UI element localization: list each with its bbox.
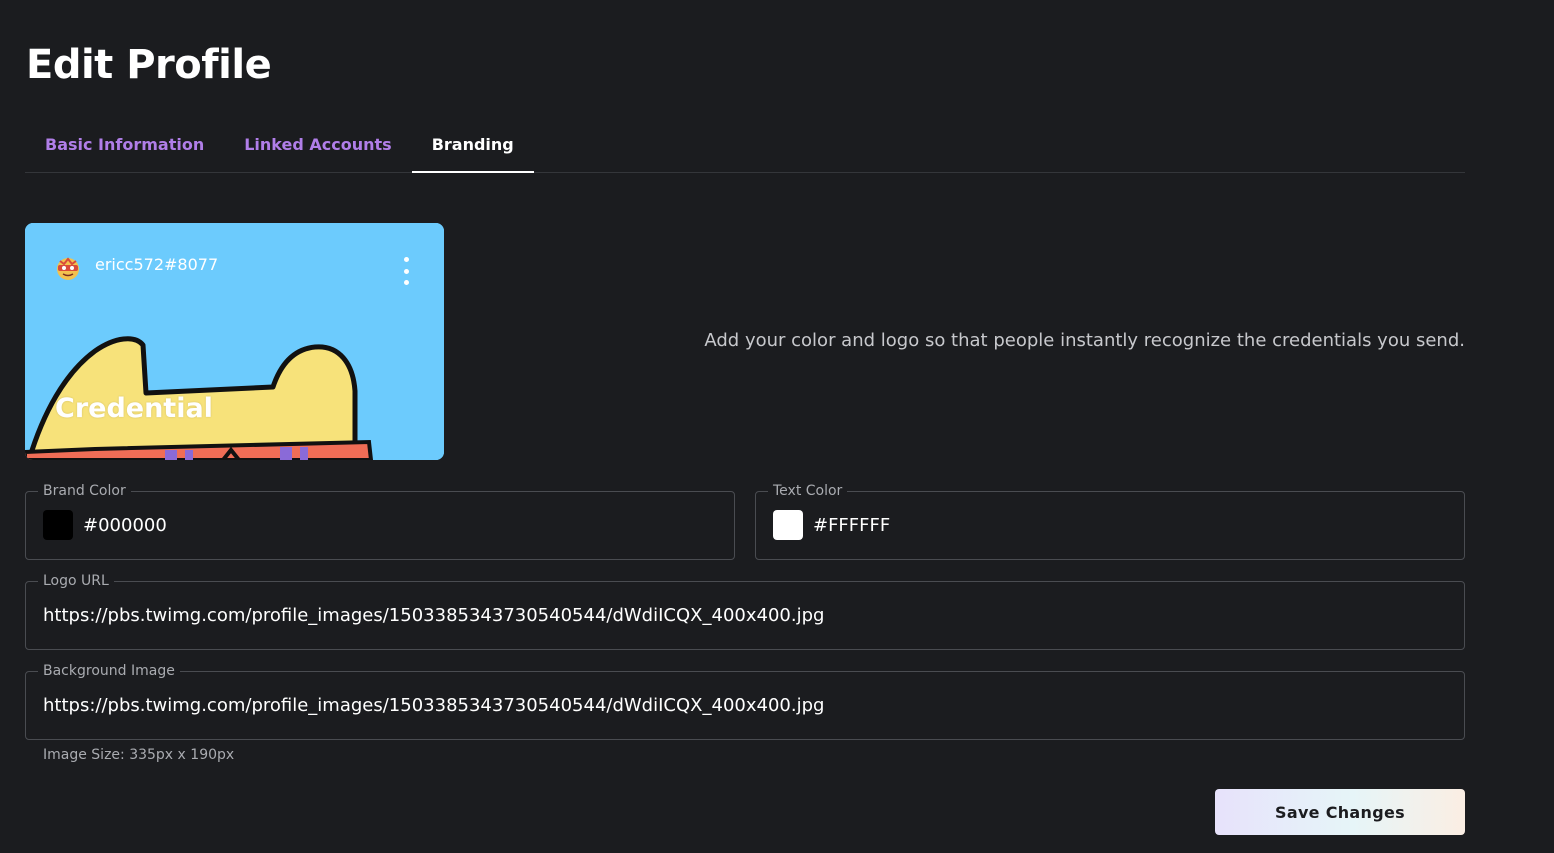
background-image-input[interactable]: https://pbs.twimg.com/profile_images/150…: [43, 672, 824, 739]
logo-url-field[interactable]: Logo URL https://pbs.twimg.com/profile_i…: [25, 572, 1465, 650]
card-background-image: [25, 223, 444, 460]
edit-profile-page: Edit Profile Basic Information Linked Ac…: [0, 0, 1554, 853]
image-size-helper: Image Size: 335px x 190px: [43, 747, 235, 763]
brand-color-field[interactable]: Brand Color #000000: [25, 482, 735, 560]
background-image-field[interactable]: Background Image https://pbs.twimg.com/p…: [25, 662, 1465, 740]
card-title: Credential: [55, 393, 213, 424]
save-changes-button[interactable]: Save Changes: [1215, 789, 1465, 835]
profile-tabs: Basic Information Linked Accounts Brandi…: [25, 118, 1465, 173]
card-username: ericc572#8077: [95, 255, 219, 274]
more-vertical-icon[interactable]: [397, 257, 415, 285]
brand-color-swatch[interactable]: [43, 510, 73, 540]
page-title: Edit Profile: [26, 42, 272, 88]
credential-preview-card: ericc572#8077 Credential: [25, 223, 444, 460]
branding-description: Add your color and logo so that people i…: [704, 330, 1465, 351]
text-color-swatch[interactable]: [773, 510, 803, 540]
avatar-icon: [57, 257, 79, 280]
brand-color-value[interactable]: #000000: [83, 492, 167, 559]
text-color-value[interactable]: #FFFFFF: [813, 492, 890, 559]
tab-linked-accounts[interactable]: Linked Accounts: [224, 118, 411, 172]
logo-url-input[interactable]: https://pbs.twimg.com/profile_images/150…: [43, 582, 824, 649]
tab-basic-information[interactable]: Basic Information: [25, 118, 224, 172]
tab-branding[interactable]: Branding: [411, 118, 534, 173]
text-color-field[interactable]: Text Color #FFFFFF: [755, 482, 1465, 560]
